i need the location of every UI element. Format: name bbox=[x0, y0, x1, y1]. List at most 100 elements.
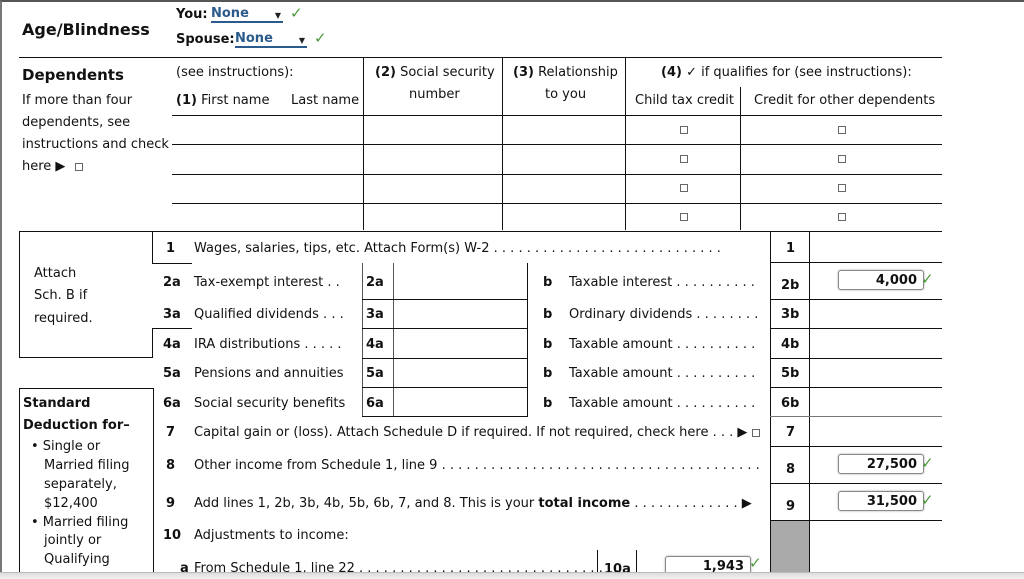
dependent-4-child-tax-credit-checkbox[interactable] bbox=[680, 213, 688, 221]
social-security-input[interactable] bbox=[395, 388, 525, 415]
you-select[interactable]: None ▼ bbox=[211, 7, 283, 23]
chevron-down-icon: ▼ bbox=[298, 36, 305, 45]
capital-gain-not-required-checkbox[interactable] bbox=[752, 429, 760, 437]
dependents-note: here ▶ bbox=[22, 159, 66, 174]
dependent-3-other-credit-checkbox[interactable] bbox=[838, 184, 846, 192]
spouse-select[interactable]: None ▼ bbox=[235, 32, 307, 48]
line-2b-amount-input[interactable]: 4,000 bbox=[838, 270, 924, 290]
col3-header: (3) Relationship bbox=[513, 65, 618, 80]
line-7-label: Capital gain or (loss). Attach Schedule … bbox=[194, 425, 748, 440]
line-8-label: Other income from Schedule 1, line 9 . .… bbox=[194, 458, 760, 473]
dependent-2-relationship-input[interactable] bbox=[503, 145, 624, 173]
col4-text: ✓ if qualifies for (see instructions): bbox=[686, 65, 912, 80]
checkmark-icon: ✓ bbox=[921, 491, 934, 509]
line-3b-label: Ordinary dividends . . . . . . . . bbox=[569, 307, 759, 322]
std-deduction-item: Qualifying bbox=[44, 552, 110, 567]
col3-num: (3) bbox=[513, 65, 534, 80]
spouse-select-value: None bbox=[235, 31, 273, 46]
col4b-header: Credit for other dependents bbox=[754, 93, 936, 108]
line-5b-letter: b bbox=[543, 366, 553, 381]
line-9-label-bold: total income bbox=[538, 496, 631, 511]
dependent-3-name-input[interactable] bbox=[172, 175, 362, 203]
col2-line1: Social security bbox=[400, 65, 495, 80]
col4-num: (4) bbox=[661, 65, 682, 80]
line-10-number: 10 bbox=[163, 528, 182, 543]
dependent-3-child-tax-credit-checkbox[interactable] bbox=[680, 184, 688, 192]
see-instructions-label: (see instructions): bbox=[176, 65, 294, 80]
box-3a-label: 3a bbox=[366, 307, 384, 322]
line-4b-amount-input[interactable] bbox=[811, 329, 941, 357]
line-6b-amount-input[interactable] bbox=[811, 388, 941, 415]
dependent-3-ssn-input[interactable] bbox=[364, 175, 501, 203]
dependent-1-child-tax-credit-checkbox[interactable] bbox=[680, 126, 688, 134]
line-1-amount-input[interactable] bbox=[811, 233, 941, 261]
checkmark-icon: ✓ bbox=[749, 554, 762, 572]
col1-num: (1) bbox=[176, 93, 197, 108]
line-4a-label: IRA distributions . . . . . bbox=[194, 337, 342, 352]
dependent-4-other-credit-checkbox[interactable] bbox=[838, 213, 846, 221]
qualified-dividends-input[interactable] bbox=[395, 300, 525, 327]
col3-line1: Relationship bbox=[538, 65, 618, 80]
box-8-label: 8 bbox=[786, 462, 796, 477]
dependent-2-name-input[interactable] bbox=[172, 145, 362, 173]
dependents-note: instructions and check bbox=[22, 137, 169, 152]
dependent-4-relationship-input[interactable] bbox=[503, 204, 624, 231]
std-deduction-title: Standard bbox=[23, 396, 91, 411]
line-4b-letter: b bbox=[543, 337, 553, 352]
line-2a-number: 2a bbox=[163, 275, 181, 290]
col2-header: (2) Social security bbox=[375, 65, 495, 80]
dependent-1-other-credit-checkbox[interactable] bbox=[838, 126, 846, 134]
std-deduction-item: $12,400 bbox=[44, 496, 98, 511]
box-6b-label: 6b bbox=[781, 396, 800, 411]
dependent-1-name-input[interactable] bbox=[172, 116, 362, 144]
std-deduction-item: • Single or bbox=[31, 439, 101, 454]
box-5a-label: 5a bbox=[366, 366, 384, 381]
col2-line2: number bbox=[409, 87, 460, 102]
dependent-1-ssn-input[interactable] bbox=[364, 116, 501, 144]
col1-last-name: Last name bbox=[291, 93, 360, 108]
dependents-note: If more than four bbox=[22, 93, 133, 108]
grid-line bbox=[740, 87, 741, 230]
dependent-4-name-input[interactable] bbox=[172, 204, 362, 231]
tax-exempt-interest-input[interactable] bbox=[395, 265, 525, 298]
col1-header: (1) First name bbox=[176, 93, 269, 108]
dependent-1-relationship-input[interactable] bbox=[503, 116, 624, 144]
box-7-label: 7 bbox=[786, 425, 796, 440]
line-1-number: 1 bbox=[166, 241, 176, 256]
grid-line bbox=[527, 263, 528, 417]
line-6a-label: Social security benefits bbox=[194, 396, 346, 411]
line-8-amount-input[interactable]: 27,500 bbox=[838, 454, 924, 474]
line-2b-letter: b bbox=[543, 275, 553, 290]
box-2a-label: 2a bbox=[366, 275, 384, 290]
box-3b-label: 3b bbox=[781, 307, 800, 322]
line-9-number: 9 bbox=[166, 496, 176, 511]
grid-line bbox=[152, 263, 192, 264]
more-dependents-checkbox[interactable] bbox=[75, 163, 83, 171]
line-5a-label: Pensions and annuities bbox=[194, 366, 344, 381]
dependent-2-ssn-input[interactable] bbox=[364, 145, 501, 173]
line-5b-amount-input[interactable] bbox=[811, 359, 941, 386]
std-deduction-item: Married filing bbox=[44, 458, 130, 473]
col4a-header: Child tax credit bbox=[635, 93, 734, 108]
grid-line bbox=[362, 416, 527, 417]
box-6a-label: 6a bbox=[366, 396, 384, 411]
line-1-label: Wages, salaries, tips, etc. Attach Form(… bbox=[194, 241, 721, 256]
line-5b-label: Taxable amount . . . . . . . . . . bbox=[569, 366, 756, 381]
line-7-amount-input[interactable] bbox=[811, 418, 941, 445]
line-3a-number: 3a bbox=[163, 307, 181, 322]
std-deduction-item: jointly or bbox=[44, 533, 102, 548]
grid-line bbox=[152, 231, 153, 263]
box-2b-label: 2b bbox=[781, 278, 800, 293]
ira-distributions-input[interactable] bbox=[395, 329, 525, 357]
col3-line2: to you bbox=[545, 87, 587, 102]
line-9-amount-input[interactable]: 31,500 bbox=[838, 491, 924, 511]
line-8-number: 8 bbox=[166, 458, 176, 473]
dependent-2-other-credit-checkbox[interactable] bbox=[838, 155, 846, 163]
dependent-4-ssn-input[interactable] bbox=[364, 204, 501, 231]
dependent-3-relationship-input[interactable] bbox=[503, 175, 624, 203]
dependent-2-child-tax-credit-checkbox[interactable] bbox=[680, 155, 688, 163]
line-3b-amount-input[interactable] bbox=[811, 300, 941, 327]
shaded-cell bbox=[771, 521, 809, 578]
grid-line bbox=[393, 263, 394, 417]
pensions-input[interactable] bbox=[395, 359, 525, 386]
